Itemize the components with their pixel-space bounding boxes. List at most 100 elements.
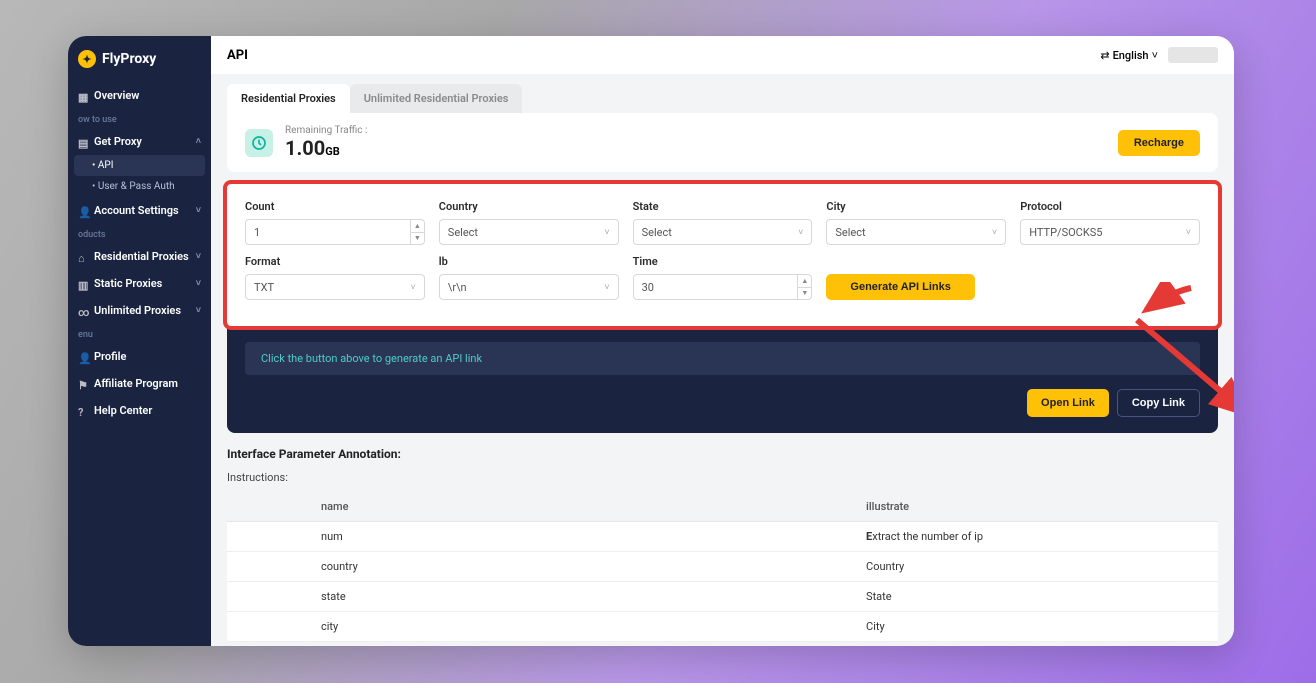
state-label: State xyxy=(633,200,813,213)
chevron-down-icon: ˅ xyxy=(604,227,609,238)
language-selector[interactable]: ⇄ English ˅ xyxy=(1100,49,1158,62)
protocol-label: Protocol xyxy=(1020,200,1200,213)
tab-unlimited[interactable]: Unlimited Residential Proxies xyxy=(350,84,523,113)
sidebar-section-products: oducts xyxy=(68,224,211,243)
protocol-select[interactable]: HTTP/SOCKS5˅ xyxy=(1020,219,1200,245)
language-label: English xyxy=(1113,49,1149,62)
sidebar-label: Get Proxy xyxy=(94,135,142,148)
copy-link-button[interactable]: Copy Link xyxy=(1117,389,1200,417)
step-down-icon[interactable]: ▼ xyxy=(798,288,811,300)
chevron-down-icon: ˅ xyxy=(1152,49,1158,62)
annotation-section: Interface Parameter Annotation: Instruct… xyxy=(227,447,1218,642)
generate-api-button[interactable]: Generate API Links xyxy=(826,274,974,300)
table-row: countryCountry xyxy=(227,552,1218,582)
sidebar-label: Affiliate Program xyxy=(94,377,178,390)
count-stepper[interactable]: ▲▼ xyxy=(410,220,424,244)
logo-icon: ✦ xyxy=(78,50,96,68)
sidebar-item-residential[interactable]: ⌂ Residential Proxies ˅ xyxy=(68,243,211,270)
chevron-down-icon: ˅ xyxy=(411,282,416,293)
infinity-icon: ∞ xyxy=(78,306,88,316)
sidebar-item-account[interactable]: 👤Account Settings ˅ xyxy=(68,197,211,224)
step-up-icon[interactable]: ▲ xyxy=(798,275,811,288)
cell-illustrate: Extract the number of ip xyxy=(772,522,1218,552)
topbar: API ⇄ English ˅ xyxy=(211,36,1234,74)
sidebar-sub-userpass[interactable]: • User & Pass Auth xyxy=(68,176,211,197)
annotation-table: name illustrate numExtract the number of… xyxy=(227,492,1218,642)
traffic-icon xyxy=(245,129,273,157)
cell-name: city xyxy=(227,612,772,642)
affiliate-icon: ⚑ xyxy=(78,379,88,389)
chevron-down-icon: ˅ xyxy=(992,227,997,238)
form-panel: Count 1 ▲▼ Country Select˅ State Select˅… xyxy=(227,184,1218,326)
chevron-down-icon: ˅ xyxy=(196,205,201,216)
table-row: cityCity xyxy=(227,612,1218,642)
format-label: Format xyxy=(245,255,425,268)
table-row: numExtract the number of ip xyxy=(227,522,1218,552)
sidebar-label: API xyxy=(98,160,114,171)
sidebar-item-getproxy[interactable]: ▤Get Proxy ˄ xyxy=(68,128,211,155)
app-window: ✦ FlyProxy ▦ Overview ow to use ▤Get Prox… xyxy=(68,36,1234,646)
count-label: Count xyxy=(245,200,425,213)
count-input[interactable]: 1 xyxy=(245,219,425,245)
user-avatar[interactable] xyxy=(1168,47,1218,63)
sidebar-label: Unlimited Proxies xyxy=(94,304,181,317)
sidebar-item-unlimited[interactable]: ∞Unlimited Proxies ˅ xyxy=(68,297,211,324)
chevron-down-icon: ˅ xyxy=(798,227,803,238)
overview-icon: ▦ xyxy=(78,91,88,101)
sidebar-item-profile[interactable]: 👤Profile xyxy=(68,343,211,370)
sidebar-label: Account Settings xyxy=(94,204,179,217)
step-up-icon[interactable]: ▲ xyxy=(411,220,424,233)
tab-residential[interactable]: Residential Proxies xyxy=(227,84,350,113)
chevron-up-icon: ˄ xyxy=(196,136,201,147)
traffic-panel: Remaining Traffic : 1.00GB Recharge xyxy=(227,113,1218,172)
time-input[interactable]: 30 xyxy=(633,274,813,300)
cell-name: num xyxy=(227,522,772,552)
time-label: Time xyxy=(633,255,813,268)
sidebar-item-static[interactable]: ▥Static Proxies ˅ xyxy=(68,270,211,297)
home-icon: ⌂ xyxy=(78,252,88,262)
time-stepper[interactable]: ▲▼ xyxy=(797,275,811,299)
sidebar-sub-api[interactable]: • API xyxy=(74,155,205,176)
sidebar: ✦ FlyProxy ▦ Overview ow to use ▤Get Prox… xyxy=(68,36,211,646)
logo: ✦ FlyProxy xyxy=(68,50,211,82)
format-select[interactable]: TXT˅ xyxy=(245,274,425,300)
sidebar-item-help[interactable]: ? Help Center xyxy=(68,397,211,424)
translate-icon: ⇄ xyxy=(1100,49,1109,62)
traffic-label: Remaining Traffic : xyxy=(285,125,367,136)
cell-illustrate: State xyxy=(772,582,1218,612)
sidebar-label: Overview xyxy=(94,89,139,102)
lb-select[interactable]: \r\n˅ xyxy=(439,274,619,300)
server-icon: ▥ xyxy=(78,279,88,289)
country-label: Country xyxy=(439,200,619,213)
help-icon: ? xyxy=(78,406,88,416)
cell-name: state xyxy=(227,582,772,612)
sidebar-section-howto: ow to use xyxy=(68,109,211,128)
hint-text: Click the button above to generate an AP… xyxy=(245,342,1200,375)
step-down-icon[interactable]: ▼ xyxy=(411,233,424,245)
chevron-down-icon: ˅ xyxy=(604,282,609,293)
sidebar-label: Help Center xyxy=(94,404,152,417)
city-label: City xyxy=(826,200,1006,213)
table-header-row: name illustrate xyxy=(227,492,1218,522)
sidebar-item-overview[interactable]: ▦ Overview xyxy=(68,82,211,109)
th-name: name xyxy=(227,492,772,522)
recharge-button[interactable]: Recharge xyxy=(1118,130,1200,156)
state-select[interactable]: Select˅ xyxy=(633,219,813,245)
open-link-button[interactable]: Open Link xyxy=(1027,389,1109,417)
cell-illustrate: City xyxy=(772,612,1218,642)
th-illustrate: illustrate xyxy=(772,492,1218,522)
sidebar-item-affiliate[interactable]: ⚑ Affiliate Program xyxy=(68,370,211,397)
traffic-unit: GB xyxy=(325,145,340,158)
country-select[interactable]: Select˅ xyxy=(439,219,619,245)
sidebar-label: Residential Proxies xyxy=(94,250,189,263)
chevron-down-icon: ˅ xyxy=(196,278,201,289)
lb-label: lb xyxy=(439,255,619,268)
chevron-down-icon: ˅ xyxy=(196,251,201,262)
sidebar-label: User & Pass Auth xyxy=(98,181,175,192)
traffic-value: 1.00 xyxy=(285,136,325,160)
tabs: Residential Proxies Unlimited Residentia… xyxy=(211,84,1234,113)
page-title: API xyxy=(227,48,248,63)
main-content: API ⇄ English ˅ Residential Proxies Unli… xyxy=(211,36,1234,646)
city-select[interactable]: Select˅ xyxy=(826,219,1006,245)
sidebar-label: Profile xyxy=(94,350,126,363)
